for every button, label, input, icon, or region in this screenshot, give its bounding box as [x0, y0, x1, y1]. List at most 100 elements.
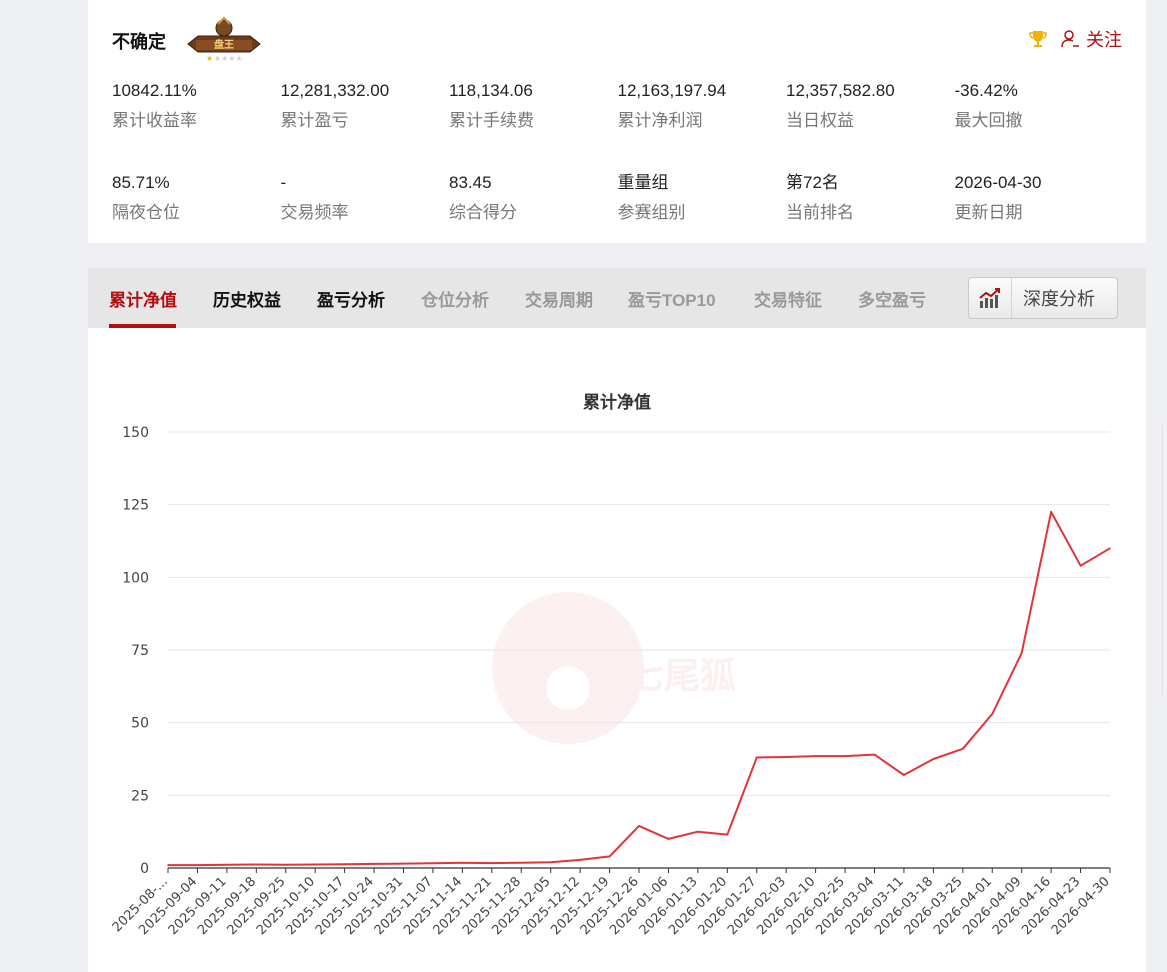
data-point	[1079, 564, 1082, 567]
data-point	[873, 753, 876, 756]
data-point	[844, 755, 846, 757]
data-point	[755, 756, 758, 759]
trader-name: 不确定	[112, 32, 166, 52]
y-tick-label: 75	[131, 643, 149, 659]
stat-cumulative-fees: 118,134.06 累计手续费	[449, 80, 618, 132]
data-point	[962, 748, 964, 750]
header-actions: 关注	[1028, 26, 1122, 52]
data-point	[638, 825, 640, 827]
tab-long-short-pnl[interactable]: 多空盈亏	[858, 286, 926, 311]
data-point	[726, 833, 729, 836]
stats-row-1: 10842.11% 累计收益率 12,281,332.00 累计盈亏 118,134…	[112, 80, 1132, 132]
stat-value: -	[280, 173, 287, 192]
stat-value: 12,281,332.00	[280, 81, 390, 100]
deep-analysis-label: 深度分析	[1023, 289, 1095, 309]
data-point	[1050, 511, 1052, 513]
y-axis-ticks: 0 25 50 75 100 125 150	[122, 425, 149, 877]
stat-value: 12,357,582.80	[786, 81, 895, 100]
data-point	[343, 863, 346, 866]
data-point	[814, 755, 817, 757]
trend-chart-icon	[969, 278, 1012, 318]
stat-label: 综合得分	[449, 203, 517, 222]
stat-label: 累计收益率	[112, 111, 197, 130]
data-point	[167, 864, 169, 866]
data-point	[991, 713, 994, 715]
stat-value: 83.45	[449, 173, 492, 192]
stat-label: 交易频率	[280, 203, 349, 222]
stat-label: 隔夜仓位	[112, 203, 180, 222]
stat-label: 累计净利润	[617, 111, 703, 130]
y-tick-label: 25	[131, 788, 149, 804]
x-axis-ticks: 2025-08-...2025-09-042025-09-112025-09-1…	[110, 868, 1113, 938]
stat-value: 10842.11%	[112, 81, 197, 100]
stat-update-date: 2026-04-30 更新日期	[955, 172, 1124, 224]
stat-overnight-position: 85.71% 隔夜仓位	[112, 172, 281, 224]
svg-text:★★★★: ★★★★	[214, 54, 243, 63]
stat-max-drawdown: -36.42% 最大回撤	[955, 80, 1124, 132]
stat-label: 更新日期	[954, 203, 1023, 222]
trophy-icon[interactable]	[1028, 29, 1048, 49]
data-point	[226, 864, 228, 866]
stat-value: 2026-04-30	[954, 173, 1042, 192]
data-point	[314, 863, 316, 866]
stat-value: 第72名	[786, 173, 839, 192]
watermark-logo: 七尾狐	[492, 592, 736, 744]
stat-label: 参赛组别	[617, 203, 686, 222]
stat-net-profit: 12,163,197.94 累计净利润	[618, 80, 787, 132]
data-point	[932, 758, 935, 760]
follow-button[interactable]: 关注	[1060, 26, 1122, 52]
badge-text: 盘王	[214, 38, 234, 51]
data-point	[461, 861, 464, 864]
data-point	[608, 855, 611, 858]
tab-historical-equity[interactable]: 历史权益	[213, 286, 281, 311]
pan-wang-badge-icon: 盘王 ★ ★★★★	[187, 16, 261, 63]
svg-text:★: ★	[206, 54, 213, 63]
stat-cumulative-pnl: 12,281,332.00 累计盈亏	[281, 80, 450, 132]
stat-daily-equity: 12,357,582.80 当日权益	[786, 80, 955, 132]
stat-value: 85.71%	[112, 173, 170, 192]
chart-card: 累计净值 历史权益 盈亏分析 仓位分析 交易周期 盈亏TOP10 交易特征 多空…	[88, 268, 1146, 972]
tab-trade-cycle[interactable]: 交易周期	[525, 286, 593, 311]
tab-pnl-analysis[interactable]: 盈亏分析	[317, 286, 385, 311]
data-point	[284, 864, 287, 866]
user-follow-icon	[1061, 30, 1079, 48]
data-point	[491, 862, 493, 864]
data-point	[402, 862, 405, 865]
stat-value: -36.42%	[954, 81, 1018, 100]
data-point	[1020, 652, 1023, 654]
stat-label: 当日权益	[786, 111, 854, 130]
y-tick-label: 125	[122, 498, 149, 514]
data-point	[196, 864, 199, 866]
data-point	[373, 863, 375, 865]
data-point	[432, 862, 434, 865]
chart-title: 累计净值	[583, 392, 651, 413]
data-point	[697, 830, 699, 833]
y-tick-label: 100	[122, 570, 149, 586]
stat-label: 累计盈亏	[280, 111, 349, 130]
page-scrollbar[interactable]	[1162, 425, 1167, 695]
stats-grid: 10842.11% 累计收益率 12,281,332.00 累计盈亏 118,134…	[112, 80, 1132, 224]
data-point	[579, 859, 581, 861]
data-point	[903, 774, 905, 776]
y-tick-label: 150	[122, 425, 149, 441]
stat-label: 最大回撤	[954, 111, 1023, 130]
y-tick-label: 0	[140, 861, 149, 877]
tab-trade-features[interactable]: 交易特征	[754, 286, 822, 311]
data-point	[667, 838, 670, 840]
data-point	[549, 861, 552, 863]
stat-trade-frequency: - 交易频率	[281, 172, 450, 224]
deep-analysis-button[interactable]: 深度分析	[968, 277, 1118, 319]
stat-label: 当前排名	[786, 203, 854, 222]
chart-grid	[168, 431, 1110, 869]
stat-overall-score: 83.45 综合得分	[449, 172, 618, 224]
stat-value: 12,163,197.94	[617, 81, 727, 100]
tab-pnl-top10[interactable]: 盈亏TOP10	[628, 286, 716, 311]
y-tick-label: 50	[131, 716, 149, 732]
tab-cumulative-nav[interactable]: 累计净值	[109, 286, 177, 311]
stat-rank: 第72名当前排名	[786, 172, 955, 224]
data-point	[785, 756, 787, 758]
svg-text:七尾狐: 七尾狐	[628, 656, 736, 697]
analysis-tabbar: 累计净值 历史权益 盈亏分析 仓位分析 交易周期 盈亏TOP10 交易特征 多空…	[88, 268, 1146, 328]
tab-position-analysis[interactable]: 仓位分析	[421, 286, 489, 311]
stats-row-2: 85.71% 隔夜仓位 - 交易频率 83.45 综合得分 重量组 参赛组别 第72名当…	[112, 172, 1132, 224]
